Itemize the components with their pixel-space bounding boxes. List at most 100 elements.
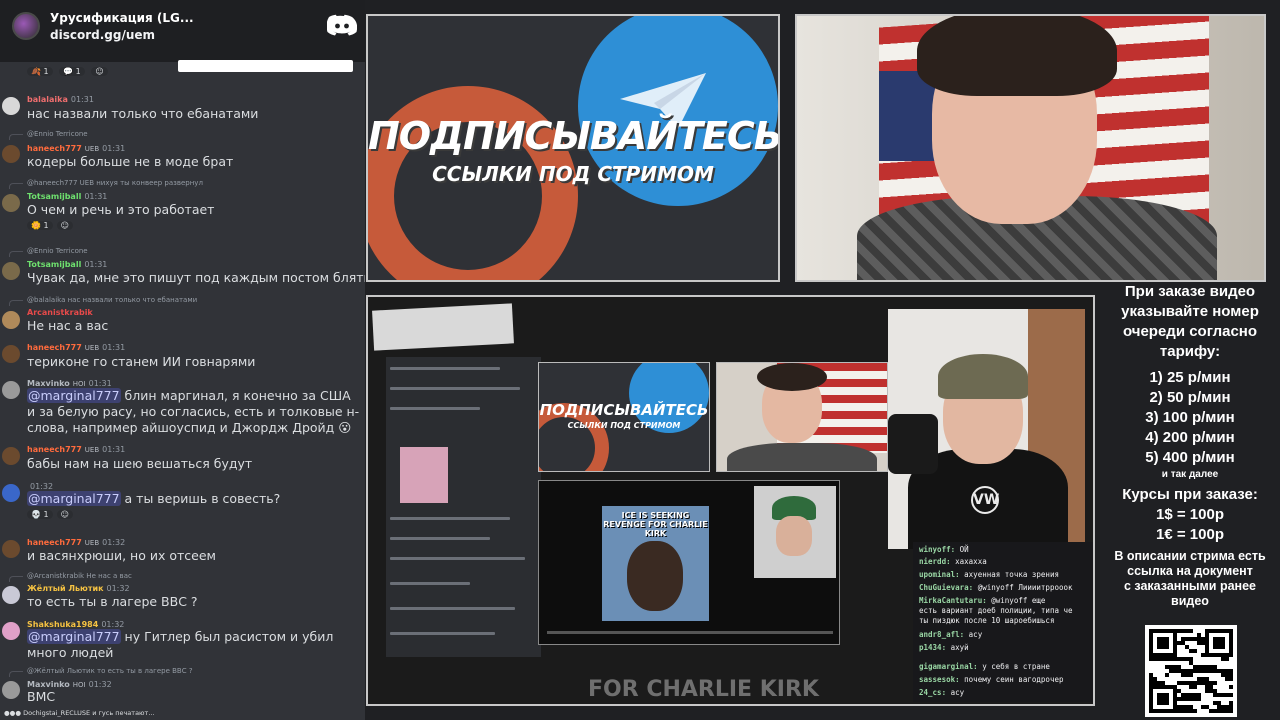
server-name: Урусификация (LG... [50,11,194,25]
server-invite-link[interactable]: discord.gg/uem [50,28,155,42]
twitch-chat-line: ты пиздюк после 10 шароебишься [919,616,1055,625]
reply-preview[interactable]: @balalaika нас назвали только что ебанат… [27,296,197,304]
user-mention[interactable]: @marginal777 [27,629,121,644]
message-meta: haneech777 UEB 01:31 [27,343,125,352]
add-reaction-icon[interactable]: ☺ [56,510,73,519]
inner-twitch-chat: winyoff: ОЙ nierdd: хахаххa upominal: ах… [913,542,1093,702]
reply-connector [9,671,23,677]
message-meta: haneech777 UEB 01:31 [27,445,125,454]
inner-video-player[interactable]: ICE IS SEEKING REVENGE FOR CHARLIE KIRK [538,480,840,645]
timestamp: 01:31 [102,144,126,153]
twitch-chat-line: winyoff: ОЙ [919,545,969,554]
message-meta: Arcanistkrabik [27,308,93,317]
message-reactions: 🌼 1 ☺ [27,221,77,230]
username[interactable]: balalaika [27,95,68,104]
username[interactable]: haneech777 [27,538,82,547]
twitch-chat-line: MirkaCantutaru: @winyoff еще [919,596,1046,605]
inner-chat-line [390,537,490,540]
inner-webcam-panel [716,362,888,472]
reaction-chip[interactable]: 💬 1 [59,67,85,76]
timestamp: 01:31 [88,379,112,388]
server-icon[interactable] [12,12,40,40]
user-badge: UEB [84,145,100,153]
user-mention[interactable]: @marginal777 [27,388,121,403]
username[interactable]: Totsamijball [27,192,81,201]
timestamp: 01:31 [102,343,126,352]
note-line: видео [1171,594,1209,608]
streamer-cap [938,354,1028,399]
message-meta: Maxvinko HOI 01:32 [27,680,112,689]
username[interactable]: Arcanistkrabik [27,308,93,317]
timestamp: 01:31 [84,192,108,201]
inner-streamer-hair [757,363,827,391]
info-intro-line: указывайте номер [1121,303,1259,320]
qr-code[interactable] [1145,625,1237,717]
reaction-chip[interactable]: 🍂 1 [27,67,53,76]
reply-preview[interactable]: @haneech777 UEB нихуя ты конвеер разверн… [27,179,203,187]
username[interactable]: haneech777 [27,445,82,454]
username[interactable]: Maxvinko [27,379,70,388]
avatar [2,622,20,640]
webcam-panel [795,14,1266,282]
message-text: нас назвали только что ебанатами [27,106,259,121]
username[interactable]: haneech777 [27,343,82,352]
message-meta: Totsamijball 01:31 [27,192,107,201]
qr-code-grid [1149,629,1233,713]
twitch-chat-line: есть вариант доеб полиции, типа че [919,606,1073,615]
note-line: с заказанными ранее [1123,579,1256,593]
inner-chat-line [390,557,525,560]
inner-streamer-cam: VW [888,309,1085,549]
message-text: Не нас а вас [27,318,109,333]
message-text: @marginal777 блин маргинал, я конечно за… [27,388,360,435]
reply-preview[interactable]: @Ennio Terricone [27,247,88,255]
username[interactable]: Totsamijball [27,260,81,269]
message-meta: haneech777 UEB 01:31 [27,144,125,153]
username[interactable]: Maxvinko [27,680,70,689]
timestamp: 01:32 [102,538,126,547]
twitch-chat-line: sassesok: почему сеин вагодрочер [919,675,1064,684]
user-mention[interactable]: @marginal777 [27,491,121,506]
add-reaction-icon[interactable]: ☺ [56,221,73,230]
tariff-line: 2) 50 р/мин [1149,389,1231,406]
avatar [2,681,20,699]
avatar [2,194,20,212]
user-badge: UEB [84,446,100,454]
tape-sticker [372,303,514,351]
message-text: териконе го станем ИИ говнарями [27,354,256,369]
username[interactable]: Shakshuka1984 [27,620,98,629]
twitch-chat-line: upominal: ахуенная точка зрения [919,570,1059,579]
inner-chat-line [390,367,500,370]
promo-title: ПОДПИСЫВАЙТЕСЬ [368,114,780,158]
inner-streamer-shirt [727,443,877,471]
vw-logo-icon: VW [971,486,999,514]
add-reaction-icon[interactable]: ☺ [91,67,108,76]
microphone-icon [888,414,938,474]
inner-chat-line [390,607,515,610]
avatar [2,484,20,502]
message-text: и васянхрюши, но их отсеем [27,548,216,563]
reply-preview[interactable]: @Arcanistkrabik Не нас а вас [27,572,132,580]
reaction-chip[interactable]: 🌼 1 [27,221,53,230]
message-reactions: 💀 1 ☺ [27,510,77,519]
reply-preview[interactable]: @Ennio Terricone [27,130,88,138]
avatar [2,540,20,558]
reply-connector [9,251,23,257]
inner-promo-title: ПОДПИСЫВАЙТЕСЬ [539,401,709,419]
reply-connector [9,134,23,140]
top-reactions: 🍂 1 💬 1 ☺ [27,67,112,76]
twitch-chat-line: 24_cs: асу [919,688,965,697]
username[interactable]: Жёлтый Льютик [27,584,104,593]
video-inset-cam [754,486,836,578]
video-progress-bar[interactable] [547,631,833,634]
info-intro-line: очереди согласно [1122,323,1258,340]
info-intro-line: тарифу: [1159,343,1221,360]
message-input-bar[interactable] [178,60,353,72]
timestamp: 01:32 [30,482,54,491]
typing-indicator: ●●● Dochigstai_RECLUSE и гусь печатают..… [4,709,155,717]
reply-preview[interactable]: @Жёлтый Льютик то есть ты в лагере ВВС ? [27,667,193,675]
inner-chat-line [390,582,470,585]
reaction-chip[interactable]: 💀 1 [27,510,53,519]
timestamp: 01:32 [101,620,125,629]
inner-chat-line [390,407,480,410]
username[interactable]: haneech777 [27,144,82,153]
